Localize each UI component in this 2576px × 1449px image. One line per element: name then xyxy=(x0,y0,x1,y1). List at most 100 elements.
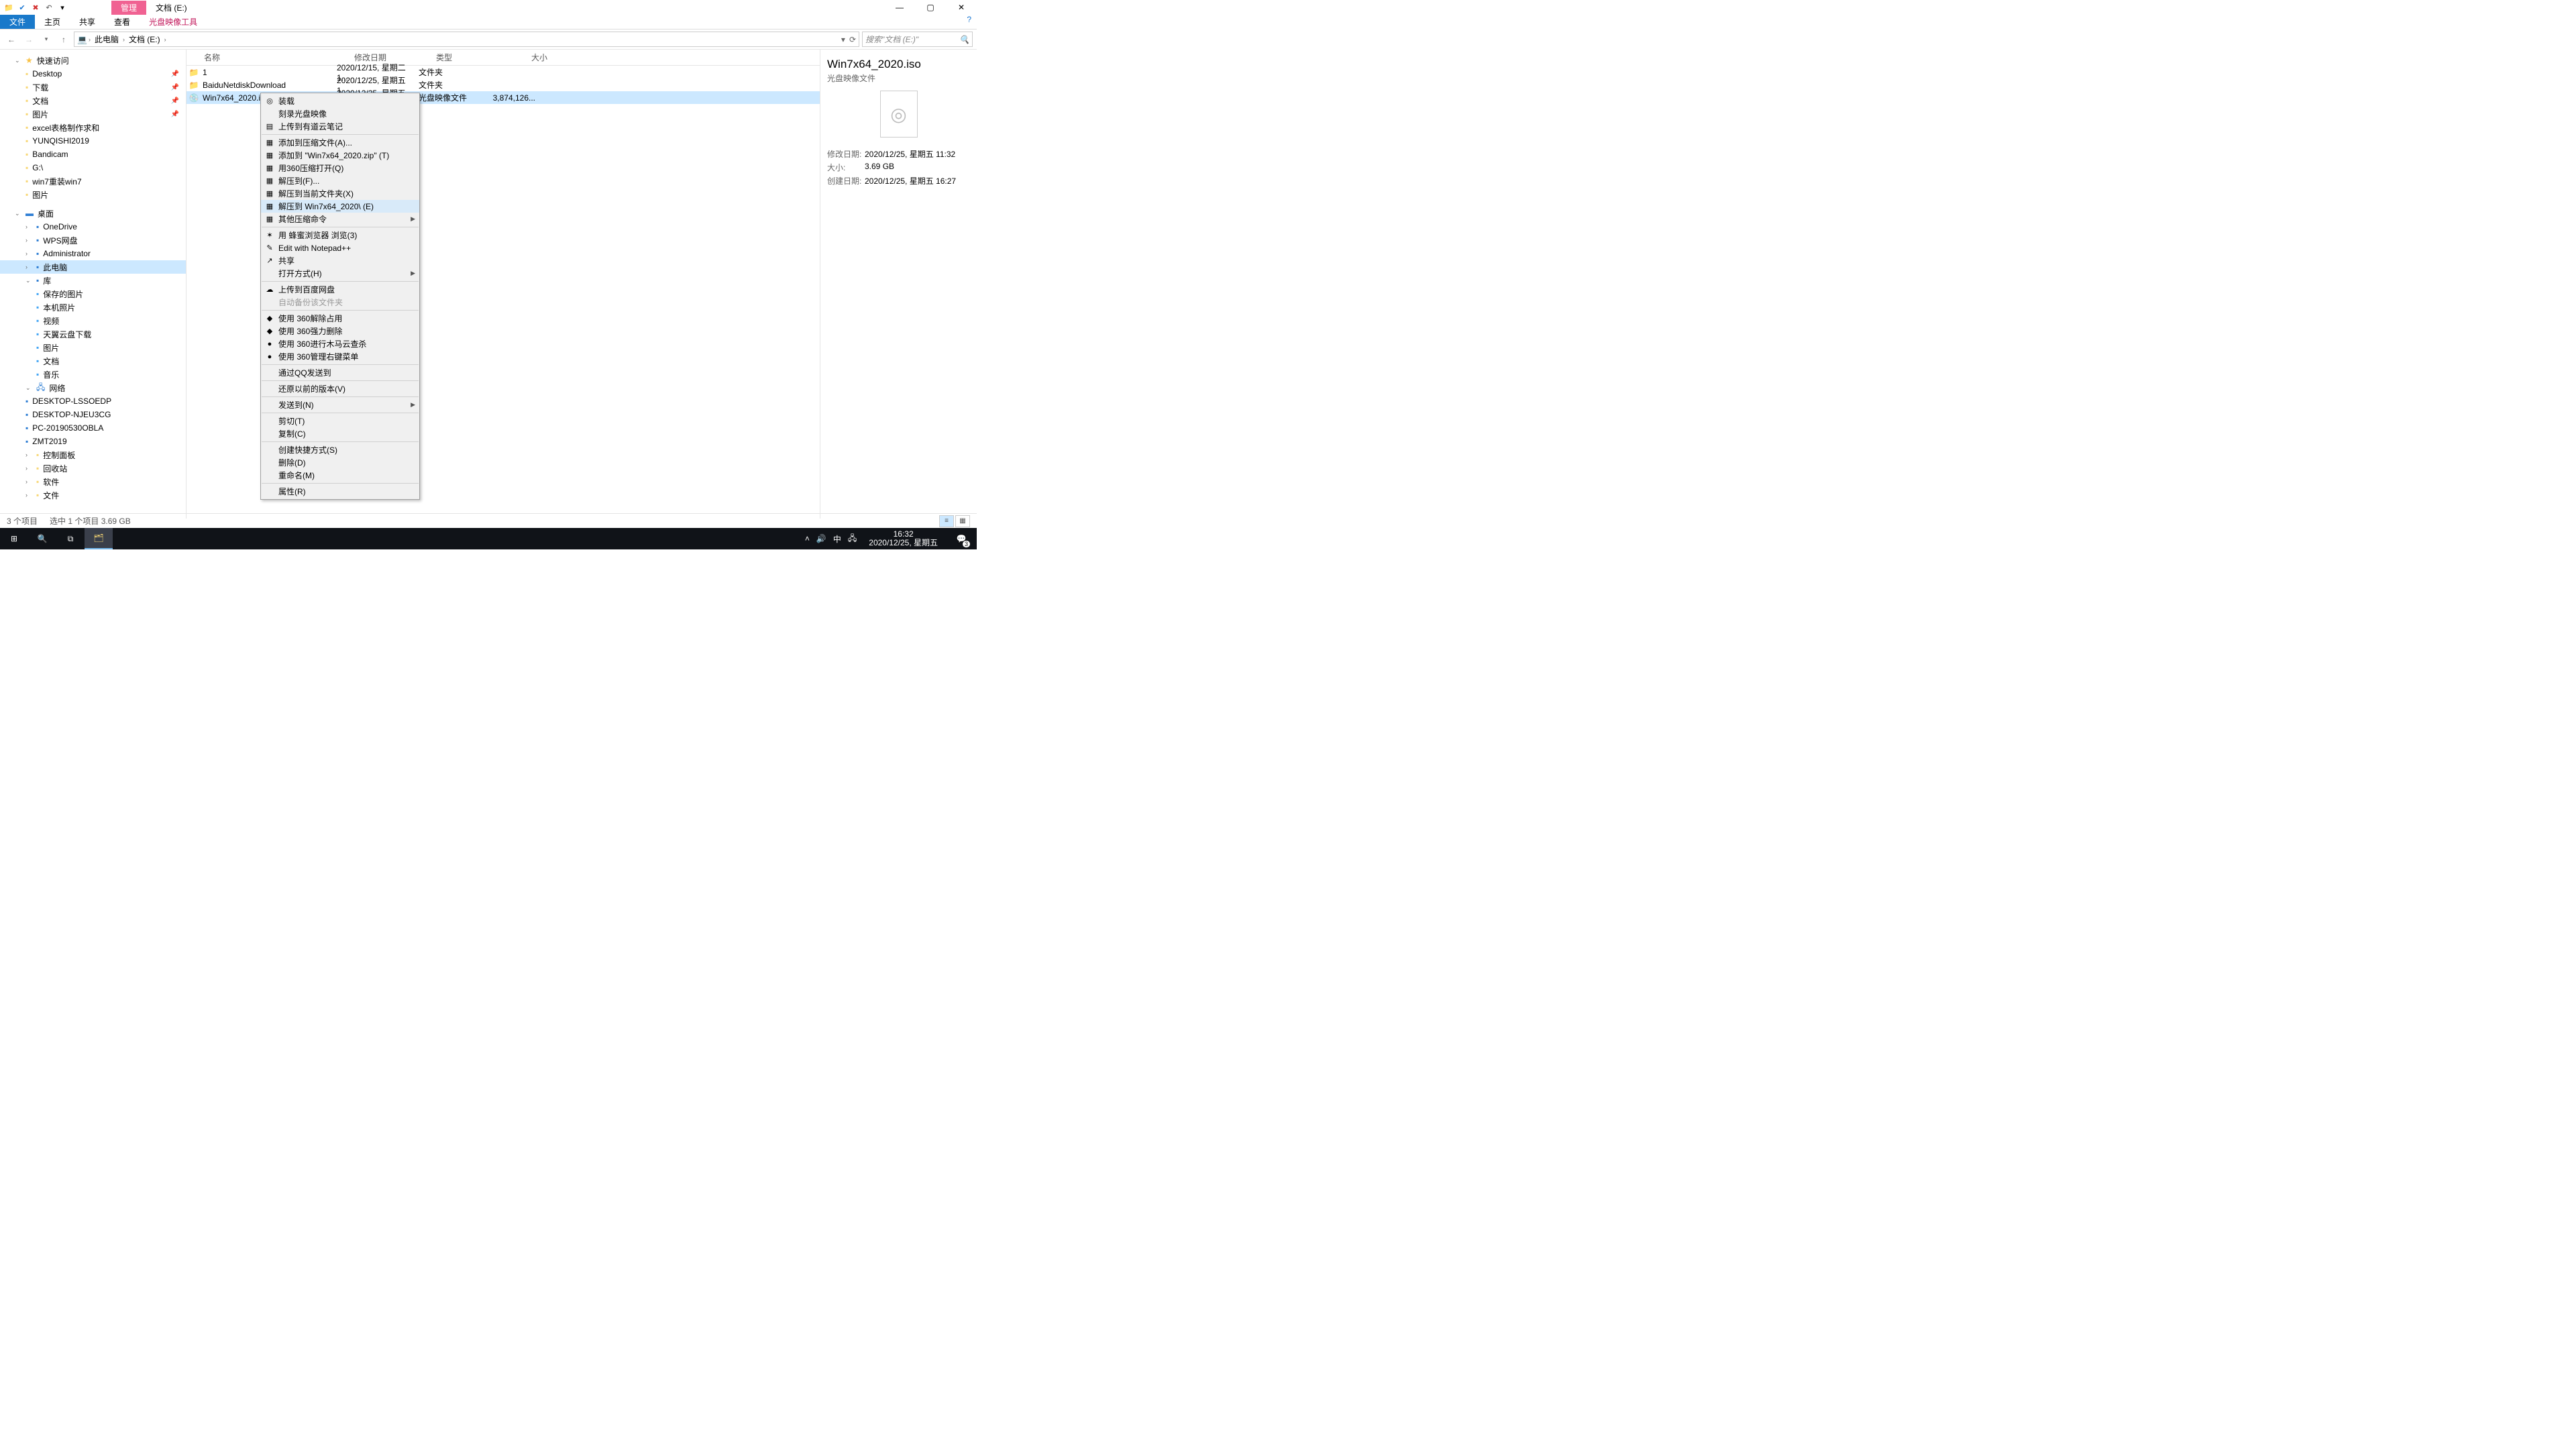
nav-quick-item[interactable]: ▪文档📌 xyxy=(0,94,186,107)
nav-quick-access[interactable]: ⌄★快速访问 xyxy=(0,54,186,67)
context-menu-item[interactable]: ↗共享 xyxy=(261,254,419,267)
nav-desktop-item[interactable]: ⌄▪库 xyxy=(0,274,186,287)
nav-lib-item[interactable]: ▪天翼云盘下载 xyxy=(0,327,186,341)
ribbon-tab-disctools[interactable]: 光盘映像工具 xyxy=(140,15,207,29)
nav-net-item[interactable]: ▪DESKTOP-NJEU3CG xyxy=(0,408,186,421)
nav-lib-item[interactable]: ▪音乐 xyxy=(0,368,186,381)
nav-quick-item[interactable]: ▪YUNQISHI2019 xyxy=(0,134,186,148)
nav-lib-item[interactable]: ▪视频 xyxy=(0,314,186,327)
context-menu-item[interactable]: ▤上传到有道云笔记 xyxy=(261,120,419,133)
nav-lib-item[interactable]: ▪图片 xyxy=(0,341,186,354)
task-view-button[interactable]: ⧉ xyxy=(56,528,85,549)
ribbon-tab-home[interactable]: 主页 xyxy=(35,15,70,29)
nav-quick-item[interactable]: ▪Bandicam xyxy=(0,148,186,161)
nav-lib-item[interactable]: ▪文档 xyxy=(0,354,186,368)
chevron-right-icon[interactable]: › xyxy=(164,36,166,43)
chevron-right-icon[interactable]: › xyxy=(89,36,91,43)
taskbar[interactable]: ⊞ 🔍 ⧉ 🗂 ˄ 🔊 中 🖧 16:32 2020/12/25, 星期五 💬3 xyxy=(0,528,977,549)
crumb-drive[interactable]: 文档 (E:) xyxy=(126,34,163,45)
maximize-button[interactable]: ▢ xyxy=(915,0,946,15)
breadcrumb[interactable]: 💻 › 此电脑 › 文档 (E:) › ▾ ⟳ xyxy=(74,32,859,47)
col-name[interactable]: 名称 xyxy=(199,52,349,63)
view-icons-button[interactable]: ▦ xyxy=(955,515,970,527)
ribbon-tab-share[interactable]: 共享 xyxy=(70,15,105,29)
context-menu-item[interactable]: ▦解压到当前文件夹(X) xyxy=(261,187,419,200)
context-menu-item[interactable]: 复制(C) xyxy=(261,427,419,440)
tray-network-icon[interactable]: 🖧 xyxy=(848,532,857,546)
context-menu-item[interactable]: 发送到(N)▶ xyxy=(261,398,419,411)
undo-icon[interactable]: ↶ xyxy=(43,1,55,13)
nav-quick-item[interactable]: ▪win7重装win7 xyxy=(0,174,186,188)
ribbon-help-icon[interactable]: ? xyxy=(961,15,977,29)
nav-desktop-item[interactable]: ›▪Administrator xyxy=(0,247,186,260)
nav-network[interactable]: ⌄🖧网络 xyxy=(0,381,186,394)
refresh-icon[interactable]: ⟳ xyxy=(849,35,856,44)
context-menu-item[interactable]: 属性(R) xyxy=(261,485,419,498)
context-menu-item[interactable]: 删除(D) xyxy=(261,456,419,469)
context-menu-item[interactable]: 通过QQ发送到 xyxy=(261,366,419,379)
context-menu[interactable]: ◎装载刻录光盘映像▤上传到有道云笔记 ▦添加到压缩文件(A)...▦添加到 "Wi… xyxy=(260,93,420,500)
nav-lib-item[interactable]: ▪保存的图片 xyxy=(0,287,186,301)
nav-tail-item[interactable]: ›▪控制面板 xyxy=(0,448,186,462)
context-menu-item[interactable]: ▦用360压缩打开(Q) xyxy=(261,162,419,174)
minimize-button[interactable]: — xyxy=(884,0,915,15)
start-button[interactable]: ⊞ xyxy=(0,528,28,549)
context-menu-item[interactable]: 还原以前的版本(V) xyxy=(261,382,419,395)
context-menu-item[interactable]: ✶用 蜂蜜浏览器 浏览(3) xyxy=(261,229,419,241)
taskbar-explorer-icon[interactable]: 🗂 xyxy=(85,528,113,549)
tray-chevron-up-icon[interactable]: ˄ xyxy=(805,534,810,543)
nav-desktop-item[interactable]: ›▪此电脑 xyxy=(0,260,186,274)
columns-header[interactable]: 名称 修改日期 类型 大小 xyxy=(186,50,820,66)
nav-forward-button[interactable]: → xyxy=(21,32,36,47)
tray-volume-icon[interactable]: 🔊 xyxy=(816,534,826,543)
context-menu-item[interactable]: ▦解压到(F)... xyxy=(261,174,419,187)
contextual-tab-manage[interactable]: 管理 xyxy=(111,1,146,15)
nav-desktop-item[interactable]: ›▪WPS网盘 xyxy=(0,233,186,247)
context-menu-item[interactable]: 剪切(T) xyxy=(261,415,419,427)
nav-lib-item[interactable]: ▪本机照片 xyxy=(0,301,186,314)
col-size[interactable]: 大小 xyxy=(500,52,553,63)
context-menu-item[interactable]: ●使用 360管理右键菜单 xyxy=(261,350,419,363)
context-menu-item[interactable]: ▦其他压缩命令▶ xyxy=(261,213,419,225)
nav-recent-dropdown[interactable]: ▾ xyxy=(39,32,54,47)
context-menu-item[interactable]: 创建快捷方式(S) xyxy=(261,443,419,456)
close-button[interactable]: ✕ xyxy=(946,0,977,15)
nav-quick-item[interactable]: ▪图片 xyxy=(0,188,186,201)
context-menu-item[interactable]: ✎Edit with Notepad++ xyxy=(261,241,419,254)
chevron-right-icon[interactable]: › xyxy=(123,36,125,43)
nav-net-item[interactable]: ▪PC-20190530OBLA xyxy=(0,421,186,435)
context-menu-item[interactable]: ▦解压到 Win7x64_2020\ (E) xyxy=(261,200,419,213)
nav-desktop[interactable]: ⌄▬桌面 xyxy=(0,207,186,220)
col-type[interactable]: 类型 xyxy=(431,52,500,63)
context-menu-item[interactable]: ◆使用 360解除占用 xyxy=(261,312,419,325)
taskbar-clock[interactable]: 16:32 2020/12/25, 星期五 xyxy=(863,530,943,547)
action-center-icon[interactable]: 💬3 xyxy=(950,528,973,549)
nav-desktop-item[interactable]: ›▪OneDrive xyxy=(0,220,186,233)
nav-quick-item[interactable]: ▪excel表格制作求和 xyxy=(0,121,186,134)
nav-quick-item[interactable]: ▪Desktop📌 xyxy=(0,67,186,80)
nav-tail-item[interactable]: ›▪软件 xyxy=(0,475,186,488)
context-menu-item[interactable]: ▦添加到 "Win7x64_2020.zip" (T) xyxy=(261,149,419,162)
crumb-thispc[interactable]: 此电脑 xyxy=(92,34,121,45)
nav-up-button[interactable]: ↑ xyxy=(56,32,71,47)
context-menu-item[interactable]: 重命名(M) xyxy=(261,469,419,482)
nav-net-item[interactable]: ▪ZMT2019 xyxy=(0,435,186,448)
view-details-button[interactable]: ≡ xyxy=(939,515,954,527)
tray-ime[interactable]: 中 xyxy=(833,533,841,545)
context-menu-item[interactable]: 刻录光盘映像 xyxy=(261,107,419,120)
dropdown-icon[interactable]: ▾ xyxy=(56,1,68,13)
file-row[interactable]: 📁BaiduNetdiskDownload2020/12/25, 星期五 1..… xyxy=(186,78,820,91)
context-menu-item[interactable]: ▦添加到压缩文件(A)... xyxy=(261,136,419,149)
search-input[interactable]: 搜索"文档 (E:)" 🔍 xyxy=(862,32,973,47)
context-menu-item[interactable]: ◎装载 xyxy=(261,95,419,107)
ribbon-tab-file[interactable]: 文件 xyxy=(0,15,35,29)
nav-tail-item[interactable]: ›▪回收站 xyxy=(0,462,186,475)
taskbar-search-icon[interactable]: 🔍 xyxy=(28,528,56,549)
nav-back-button[interactable]: ← xyxy=(4,32,19,47)
file-row[interactable]: 📁12020/12/15, 星期二 1...文件夹 xyxy=(186,66,820,78)
nav-net-item[interactable]: ▪DESKTOP-LSSOEDP xyxy=(0,394,186,408)
nav-quick-item[interactable]: ▪G:\ xyxy=(0,161,186,174)
ribbon-tab-view[interactable]: 查看 xyxy=(105,15,140,29)
context-menu-item[interactable]: ☁上传到百度网盘 xyxy=(261,283,419,296)
check-icon[interactable]: ✔ xyxy=(16,1,28,13)
